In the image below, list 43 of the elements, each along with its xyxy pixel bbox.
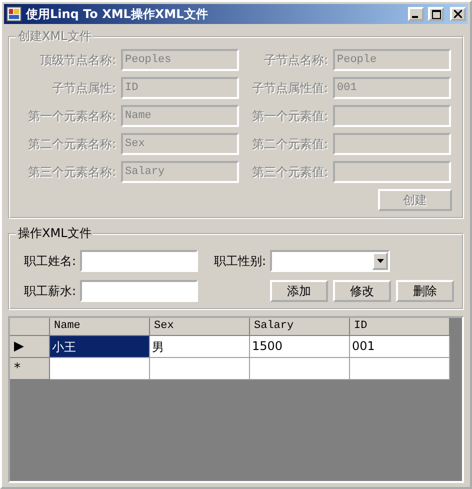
field-label: 第一个元素值: [250, 108, 328, 124]
action-button[interactable]: 添加 [270, 280, 328, 302]
minimize-button[interactable] [408, 7, 424, 21]
field-label: 第三个元素名称: [26, 164, 116, 180]
column-header[interactable]: Name [50, 318, 150, 336]
field-label: 第二个元素名称: [26, 136, 116, 152]
input-field[interactable] [80, 250, 198, 272]
table-cell[interactable]: 001 [350, 336, 450, 358]
maximize-icon [432, 10, 440, 18]
table-cell[interactable]: 男 [150, 336, 250, 358]
row-header[interactable]: ▶ [10, 336, 50, 358]
table-cell[interactable]: 小王 [50, 336, 150, 358]
field-label: 第三个元素值: [250, 164, 328, 180]
table-cell[interactable] [350, 358, 450, 380]
field-label: 子节点属性值: [250, 80, 328, 96]
action-button[interactable]: 删除 [396, 280, 454, 302]
table-cell[interactable] [50, 358, 150, 380]
close-button[interactable] [450, 7, 466, 21]
column-header[interactable]: Sex [150, 318, 250, 336]
window-title: 使用Linq To XML操作XML文件 [26, 6, 209, 22]
field-label: 子节点名称: [262, 52, 328, 68]
field-label: 顶级节点名称: [38, 52, 116, 68]
table-cell[interactable]: 1500 [250, 336, 350, 358]
table-cell[interactable] [150, 358, 250, 380]
input-field[interactable] [80, 280, 198, 302]
dropdown[interactable] [270, 250, 390, 272]
field-label: 子节点属性: [50, 80, 116, 96]
column-header[interactable]: ID [350, 318, 450, 336]
action-button[interactable]: 修改 [333, 280, 391, 302]
field-label: 第二个元素值: [250, 136, 328, 152]
app-icon [6, 6, 22, 22]
group-title: 操作XML文件 [17, 225, 92, 242]
table-cell[interactable] [250, 358, 350, 380]
column-header[interactable]: Salary [250, 318, 350, 336]
caret-icon [376, 259, 384, 263]
field-label: 职工性别: [212, 252, 266, 270]
field-label: 职工薪水: [22, 282, 76, 300]
row-header[interactable]: * [10, 358, 50, 380]
field-label: 职工姓名: [22, 252, 76, 270]
maximize-button[interactable] [428, 7, 444, 21]
group-title: 创建XML文件 [17, 28, 92, 45]
field-label: 第一个元素名称: [26, 108, 116, 124]
close-icon [454, 10, 462, 18]
